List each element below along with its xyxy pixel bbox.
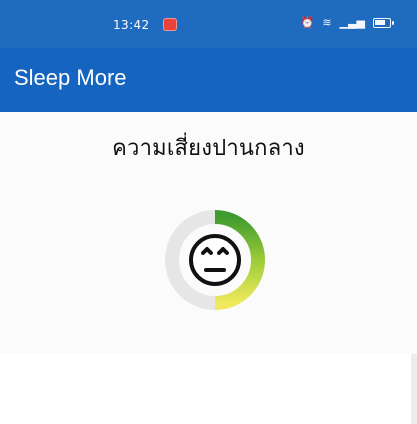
app-title: Sleep More	[14, 65, 127, 90]
risk-gauge	[157, 202, 273, 318]
neutral-face-icon	[189, 234, 241, 286]
status-icons: ⏰ ≋ ▁▃▅	[300, 16, 394, 29]
risk-label: ความเสี่ยงปานกลาง	[112, 136, 305, 161]
wifi-icon: ≋	[322, 16, 332, 29]
scroll-edge	[411, 354, 417, 424]
risk-gauge-graphic	[165, 210, 265, 310]
battery-icon	[373, 17, 394, 28]
app-bar: Sleep More	[0, 48, 417, 112]
main-content: ความเสี่ยงปานกลาง	[0, 112, 417, 424]
alarm-icon: ⏰	[300, 16, 315, 29]
battery-fill	[375, 19, 385, 25]
app-screen: 13:42 ⏰ ≋ ▁▃▅ Sleep More ความเสี่ยงปานกล…	[0, 0, 417, 424]
status-time: 13:42	[113, 18, 150, 32]
record-icon	[163, 18, 177, 31]
status-bar: 13:42 ⏰ ≋ ▁▃▅	[0, 0, 417, 48]
signal-icon: ▁▃▅	[339, 16, 365, 29]
